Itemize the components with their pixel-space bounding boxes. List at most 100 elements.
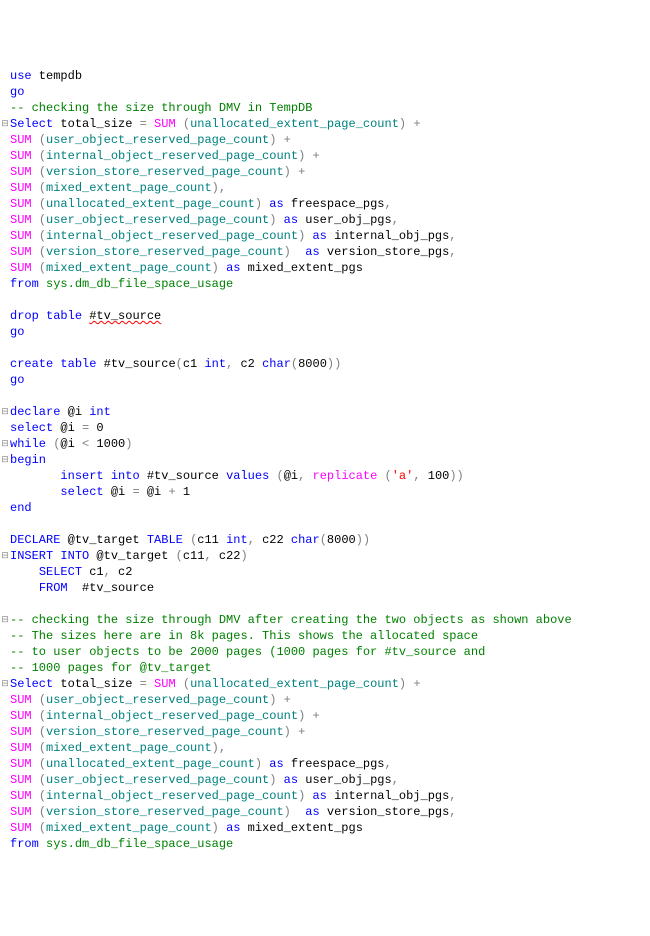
fold-gutter[interactable]: ⊟: [0, 404, 10, 420]
token-gray: (: [183, 117, 190, 131]
token-black: [291, 725, 298, 739]
sql-editor[interactable]: use tempdb go -- checking the size throu…: [0, 68, 650, 852]
token-black: c1: [82, 565, 104, 579]
token-black: [32, 805, 39, 819]
token-teal: unallocated_extent_page_count: [190, 677, 399, 691]
token-gray: ,: [413, 469, 420, 483]
fold-gutter: [0, 772, 10, 788]
line-content: SUM (user_object_reserved_page_count) as…: [10, 212, 650, 228]
token-green: sys.dm_db_file_space_usage: [46, 837, 233, 851]
line-content: INSERT INTO @tv_target (c11, c22): [10, 548, 650, 564]
token-magenta: SUM: [154, 677, 176, 691]
token-black: c1: [183, 357, 205, 371]
line-content: SUM (internal_object_reserved_page_count…: [10, 708, 650, 724]
token-green: -- checking the size through DMV after c…: [10, 613, 572, 627]
token-black: [176, 677, 183, 691]
token-black: [32, 821, 39, 835]
fold-gutter[interactable]: ⊟: [0, 116, 10, 132]
fold-gutter[interactable]: ⊟: [0, 548, 10, 564]
line-content: insert into #tv_source values (@i, repli…: [10, 468, 650, 484]
token-magenta: SUM: [10, 757, 32, 771]
line-content: Select total_size = SUM (unallocated_ext…: [10, 676, 650, 692]
token-black: [276, 773, 283, 787]
token-blue: select: [10, 421, 53, 435]
token-black: 0: [89, 421, 103, 435]
code-line: [0, 388, 650, 404]
code-line: SUM (internal_object_reserved_page_count…: [0, 228, 650, 244]
fold-gutter: [0, 836, 10, 852]
token-black: [10, 469, 60, 483]
token-black: c22: [255, 533, 291, 547]
fold-gutter: [0, 276, 10, 292]
code-line: go: [0, 324, 650, 340]
token-blue: as: [284, 213, 298, 227]
token-teal: unallocated_extent_page_count: [46, 757, 255, 771]
line-content: SELECT c1, c2: [10, 564, 650, 580]
code-line: from sys.dm_db_file_space_usage: [0, 276, 650, 292]
token-gray: (: [39, 165, 46, 179]
fold-gutter: [0, 708, 10, 724]
token-magenta: SUM: [10, 821, 32, 835]
code-line: SELECT c1, c2: [0, 564, 650, 580]
token-black: #tv_source: [96, 357, 175, 371]
token-teal: unallocated_extent_page_count: [190, 117, 399, 131]
token-teal: mixed_extent_page_count: [46, 181, 212, 195]
code-line: SUM (version_store_reserved_page_count) …: [0, 244, 650, 260]
token-gray: (: [183, 677, 190, 691]
fold-gutter: [0, 532, 10, 548]
token-black: internal_obj_pgs: [327, 229, 449, 243]
line-content: SUM (mixed_extent_page_count) as mixed_e…: [10, 820, 650, 836]
token-gray: (: [39, 181, 46, 195]
code-line: ⊟Select total_size = SUM (unallocated_ex…: [0, 116, 650, 132]
token-gray: +: [413, 677, 420, 691]
token-black: 100: [421, 469, 450, 483]
line-content: end: [10, 500, 650, 516]
token-gray: (: [39, 741, 46, 755]
line-content: SUM (internal_object_reserved_page_count…: [10, 228, 650, 244]
token-black: @tv_target: [89, 549, 175, 563]
fold-gutter: [0, 132, 10, 148]
token-teal: mixed_extent_page_count: [46, 261, 212, 275]
token-blue: declare: [10, 405, 60, 419]
token-black: [176, 117, 183, 131]
token-magenta: SUM: [10, 773, 32, 787]
code-line: end: [0, 500, 650, 516]
token-blue: from: [10, 277, 39, 291]
token-gray: (: [39, 149, 46, 163]
token-magenta: SUM: [10, 181, 32, 195]
fold-gutter: [0, 68, 10, 84]
code-line: go: [0, 372, 650, 388]
fold-gutter[interactable]: ⊟: [0, 436, 10, 452]
token-red: 'a': [392, 469, 414, 483]
token-gray: ,: [385, 757, 392, 771]
token-gray: ): [212, 821, 219, 835]
line-content: SUM (user_object_reserved_page_count) as…: [10, 772, 650, 788]
fold-gutter[interactable]: ⊟: [0, 452, 10, 468]
code-line: SUM (mixed_extent_page_count),: [0, 180, 650, 196]
token-blue: int: [89, 405, 111, 419]
fold-gutter: [0, 660, 10, 676]
token-gray: ,: [449, 789, 456, 803]
token-black: [104, 469, 111, 483]
code-line: SUM (version_store_reserved_page_count) …: [0, 164, 650, 180]
line-content: SUM (unallocated_extent_page_count) as f…: [10, 756, 650, 772]
fold-gutter[interactable]: ⊟: [0, 612, 10, 628]
code-line: SUM (internal_object_reserved_page_count…: [0, 148, 650, 164]
token-black: @i: [284, 469, 298, 483]
code-line: SUM (version_store_reserved_page_count) …: [0, 804, 650, 820]
token-black: [183, 533, 190, 547]
line-content: select @i = 0: [10, 420, 650, 436]
token-black: c11: [197, 533, 226, 547]
token-gray: +: [413, 117, 420, 131]
token-black: [10, 485, 60, 499]
code-line: [0, 516, 650, 532]
fold-gutter[interactable]: ⊟: [0, 676, 10, 692]
line-content: SUM (internal_object_reserved_page_count…: [10, 148, 650, 164]
fold-gutter: [0, 164, 10, 180]
token-blue: INTO: [60, 549, 89, 563]
line-content: DECLARE @tv_target TABLE (c11 int, c22 c…: [10, 532, 650, 548]
token-magenta: SUM: [10, 229, 32, 243]
code-line: SUM (mixed_extent_page_count),: [0, 740, 650, 756]
token-gray: ,: [219, 741, 226, 755]
token-teal: user_object_reserved_page_count: [46, 213, 269, 227]
